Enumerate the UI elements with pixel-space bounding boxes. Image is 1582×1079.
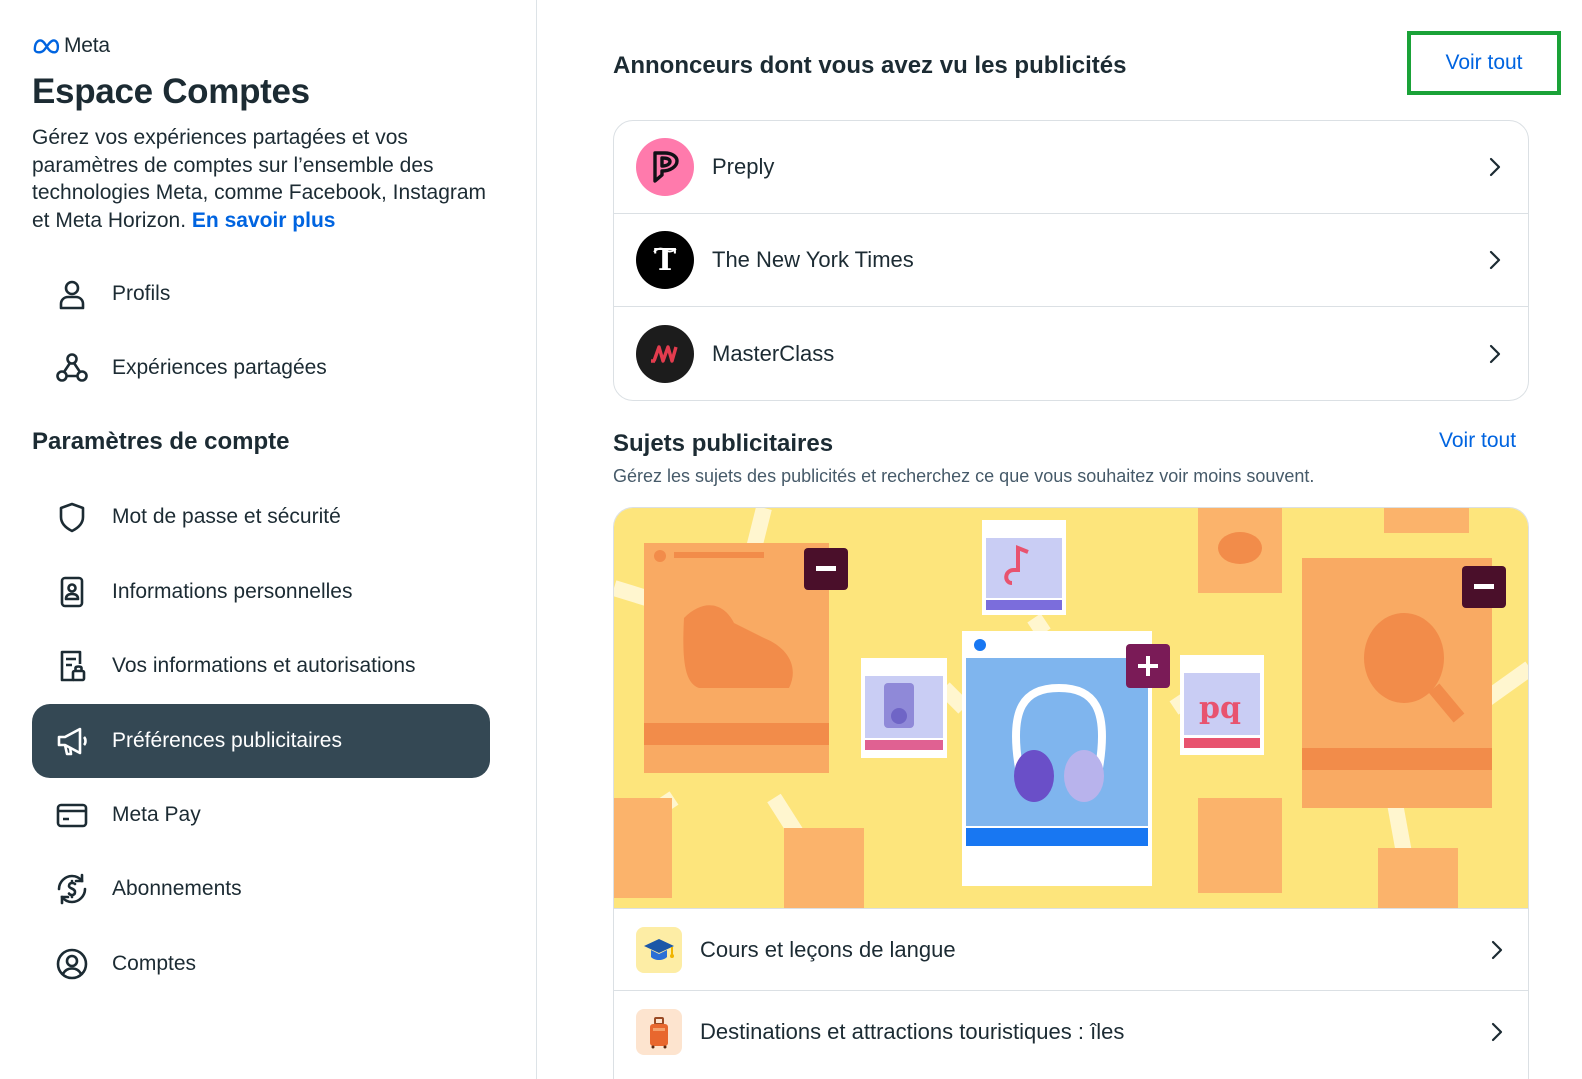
account-circle-icon [52, 944, 92, 984]
nav-item-label: Préférences publicitaires [112, 729, 342, 752]
chevron-right-icon [1491, 1022, 1503, 1041]
nav-item-label: Expériences partagées [112, 356, 327, 379]
ad-topics-card: pq Cours et leçons de langue Destination… [613, 507, 1529, 1079]
subscription-dollar-icon [52, 869, 92, 909]
meta-logo[interactable]: Meta [32, 34, 110, 58]
nav-item-profiles[interactable]: Profils [32, 257, 490, 331]
nav-item-label: Comptes [112, 952, 197, 975]
graduation-cap-icon [636, 926, 682, 973]
nav-item-personal-info[interactable]: Informations personnelles [32, 555, 490, 629]
document-lock-icon [52, 646, 92, 686]
main-content: Annonceurs dont vous avez vu les publici… [537, 0, 1582, 1079]
chevron-right-icon [1489, 157, 1501, 177]
advertisers-list: Preply T The New York Times MasterClass [613, 120, 1529, 401]
advertisers-see-all-link[interactable]: Voir tout [1407, 31, 1561, 95]
meta-infinity-icon [33, 39, 60, 54]
advertiser-row-preply[interactable]: Preply [614, 121, 1528, 214]
ad-topics-heading: Sujets publicitaires [613, 430, 834, 457]
advertiser-name: MasterClass [712, 340, 835, 366]
shared-experiences-icon [52, 348, 92, 388]
nav-item-label: Meta Pay [112, 803, 201, 826]
id-card-icon [52, 572, 92, 612]
nav-item-label: Informations personnelles [112, 580, 353, 603]
advertiser-name: The New York Times [712, 247, 914, 272]
nav-item-subscriptions[interactable]: Abonnements [32, 852, 490, 926]
nav-item-meta-pay[interactable]: Meta Pay [32, 778, 490, 852]
preply-logo [636, 138, 694, 196]
topic-name: Cours et leçons de langue [700, 936, 956, 962]
meta-wordmark: Meta [64, 34, 110, 57]
chevron-right-icon [1491, 940, 1503, 959]
advertiser-row-nyt[interactable]: T The New York Times [614, 214, 1528, 307]
topics-see-all-link[interactable]: Voir tout [1439, 429, 1516, 453]
shield-icon [52, 497, 92, 537]
intro-text: Gérez vos expériences partagées et vos p… [32, 124, 502, 234]
ad-topics-illustration: pq [614, 508, 1528, 908]
topic-row-language-courses[interactable]: Cours et leçons de langue [614, 908, 1528, 990]
person-icon [52, 274, 92, 314]
nav-item-ad-preferences[interactable]: Préférences publicitaires [32, 704, 490, 778]
chevron-right-icon [1489, 344, 1501, 363]
nav-item-your-info-permissions[interactable]: Vos informations et autorisations [32, 629, 490, 703]
advertisers-heading: Annonceurs dont vous avez vu les publici… [613, 52, 1127, 79]
sidebar: Meta Espace Comptes Gérez vos expérience… [0, 0, 537, 1079]
chevron-right-icon [1489, 250, 1501, 270]
credit-card-icon [52, 795, 92, 835]
suitcase-icon [636, 1008, 682, 1055]
account-settings-heading: Paramètres de compte [32, 428, 290, 455]
masterclass-logo [636, 324, 694, 383]
svg-text:T: T [654, 243, 677, 278]
nav-item-label: Abonnements [112, 877, 242, 900]
topic-name: Destinations et attractions touristiques… [700, 1018, 1125, 1044]
advertiser-name: Preply [712, 154, 775, 179]
ad-topics-description: Gérez les sujets des publicités et reche… [613, 466, 1315, 486]
advertiser-row-masterclass[interactable]: MasterClass [614, 307, 1528, 400]
nav-item-label: Vos informations et autorisations [112, 654, 416, 677]
nav-item-shared-experiences[interactable]: Expériences partagées [32, 331, 490, 405]
nyt-logo: T [636, 231, 694, 289]
learn-more-link[interactable]: En savoir plus [192, 209, 336, 232]
nav-item-label: Mot de passe et sécurité [112, 505, 341, 528]
nav-item-password-security[interactable]: Mot de passe et sécurité [32, 480, 490, 554]
megaphone-icon [52, 721, 92, 761]
nav-item-label: Profils [112, 282, 171, 305]
topic-row-island-destinations[interactable]: Destinations et attractions touristiques… [614, 990, 1528, 1072]
page-title: Espace Comptes [32, 72, 310, 111]
svg-text:pq: pq [1199, 691, 1241, 726]
nav-item-accounts[interactable]: Comptes [32, 927, 490, 1001]
